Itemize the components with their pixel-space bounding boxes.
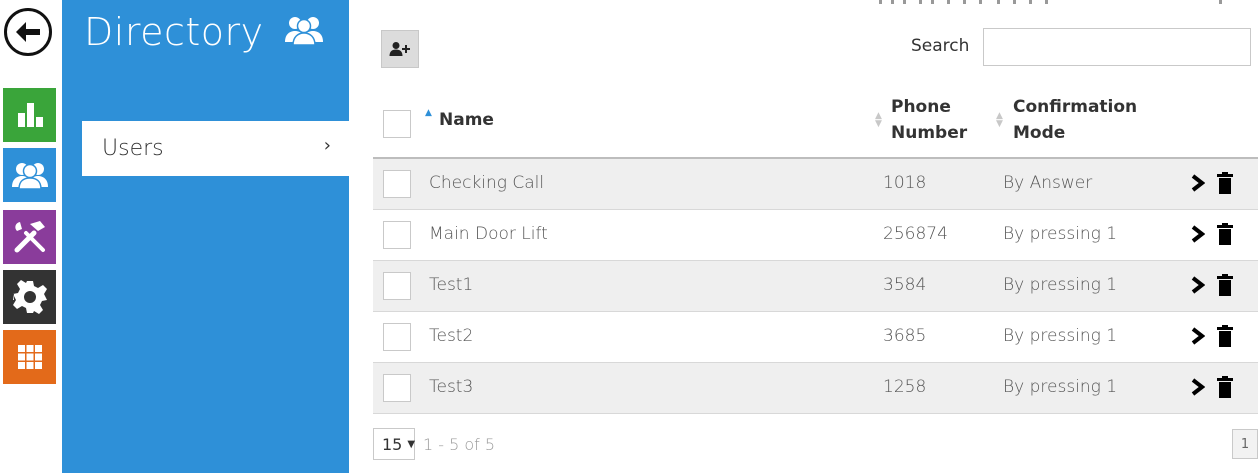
- main-content: Search ▲ Name ▲ ▼ Phone Number ▲ ▼ Confirm…: [349, 0, 1258, 473]
- clipped-top-text: [879, 0, 1222, 4]
- chevron-right-icon[interactable]: [1191, 174, 1205, 192]
- add-user-icon: [389, 42, 410, 56]
- row-checkbox[interactable]: [383, 221, 411, 249]
- trash-icon[interactable]: [1217, 172, 1233, 194]
- gear-icon: [12, 280, 47, 314]
- column-header-mode[interactable]: Confirmation Mode: [1013, 94, 1137, 146]
- sort-asc-icon[interactable]: ▲: [425, 109, 432, 118]
- nav-system[interactable]: [3, 270, 56, 324]
- select-all-checkbox[interactable]: [383, 110, 411, 138]
- back-button[interactable]: [4, 8, 52, 56]
- column-header-mode-line1: Confirmation: [1013, 97, 1138, 117]
- table-row[interactable]: Main Door Lift 256874 By pressing 1: [373, 210, 1258, 261]
- user-name: Main Door Lift: [429, 224, 548, 244]
- nav-services[interactable]: [3, 330, 56, 384]
- trash-icon[interactable]: [1217, 325, 1233, 347]
- user-name: Test2: [429, 326, 474, 346]
- sidebar-item-users[interactable]: Users ›: [82, 121, 349, 176]
- trash-icon[interactable]: [1217, 223, 1233, 245]
- nav-hardware[interactable]: [3, 210, 56, 264]
- table-header: ▲ Name ▲ ▼ Phone Number ▲ ▼ Confirmation M…: [373, 86, 1258, 159]
- row-checkbox[interactable]: [383, 170, 411, 198]
- column-header-phone-line2: Number: [891, 123, 968, 143]
- user-phone: 256874: [883, 224, 948, 244]
- chevron-right-icon[interactable]: [1191, 378, 1205, 396]
- chevron-right-icon: ›: [323, 135, 331, 156]
- user-phone: 1258: [883, 377, 927, 397]
- user-name: Checking Call: [429, 173, 545, 193]
- pagination-range: 1 - 5 of 5: [423, 435, 496, 454]
- column-header-phone[interactable]: Phone Number: [891, 94, 967, 146]
- search-label: Search: [911, 36, 970, 56]
- nav-directory[interactable]: [3, 148, 56, 202]
- table-row[interactable]: Checking Call 1018 By Answer: [373, 159, 1258, 210]
- grid-icon: [17, 345, 42, 369]
- user-confirmation-mode: By pressing 1: [1003, 326, 1118, 346]
- chevron-down-icon: ▼: [407, 438, 416, 450]
- row-checkbox[interactable]: [383, 272, 411, 300]
- chevron-right-icon[interactable]: [1191, 225, 1205, 243]
- add-user-button[interactable]: [381, 30, 419, 68]
- row-checkbox[interactable]: [383, 323, 411, 351]
- row-checkbox[interactable]: [383, 374, 411, 402]
- user-phone: 3584: [883, 275, 927, 295]
- users-icon: [284, 14, 324, 50]
- user-confirmation-mode: By pressing 1: [1003, 377, 1118, 397]
- sort-icon[interactable]: ▲ ▼: [875, 112, 882, 129]
- page-size-value: 15: [382, 434, 403, 454]
- user-name: Test3: [429, 377, 474, 397]
- tools-icon: [14, 221, 45, 253]
- user-phone: 3685: [883, 326, 927, 346]
- page-button[interactable]: 1: [1232, 429, 1258, 459]
- column-header-name[interactable]: Name: [439, 107, 494, 133]
- chevron-right-icon[interactable]: [1191, 276, 1205, 294]
- user-confirmation-mode: By pressing 1: [1003, 224, 1118, 244]
- page-size-select[interactable]: 15 ▼: [373, 428, 415, 460]
- page-title: Directory: [84, 10, 264, 54]
- bar-chart-icon: [17, 103, 43, 127]
- directory-panel: Directory Users ›: [62, 0, 349, 473]
- table-row[interactable]: Test3 1258 By pressing 1: [373, 363, 1258, 414]
- users-icon: [11, 163, 48, 190]
- sidebar-item-label: Users: [102, 136, 164, 161]
- trash-icon[interactable]: [1217, 376, 1233, 398]
- users-table: ▲ Name ▲ ▼ Phone Number ▲ ▼ Confirmation M…: [373, 86, 1258, 414]
- column-header-phone-line1: Phone: [891, 97, 951, 117]
- arrow-left-icon: [16, 22, 40, 42]
- sort-icon[interactable]: ▲ ▼: [996, 112, 1003, 129]
- table-row[interactable]: Test2 3685 By pressing 1: [373, 312, 1258, 363]
- search-input[interactable]: [983, 28, 1251, 66]
- pagination-bar: 15 ▼ 1 - 5 of 5 1: [373, 428, 1258, 464]
- user-name: Test1: [429, 275, 474, 295]
- column-header-mode-line2: Mode: [1013, 123, 1066, 143]
- user-phone: 1018: [883, 173, 927, 193]
- user-confirmation-mode: By pressing 1: [1003, 275, 1118, 295]
- main-nav-rail: [0, 0, 62, 473]
- table-row[interactable]: Test1 3584 By pressing 1: [373, 261, 1258, 312]
- trash-icon[interactable]: [1217, 274, 1233, 296]
- user-confirmation-mode: By Answer: [1003, 173, 1093, 193]
- chevron-right-icon[interactable]: [1191, 327, 1205, 345]
- nav-status[interactable]: [3, 88, 56, 142]
